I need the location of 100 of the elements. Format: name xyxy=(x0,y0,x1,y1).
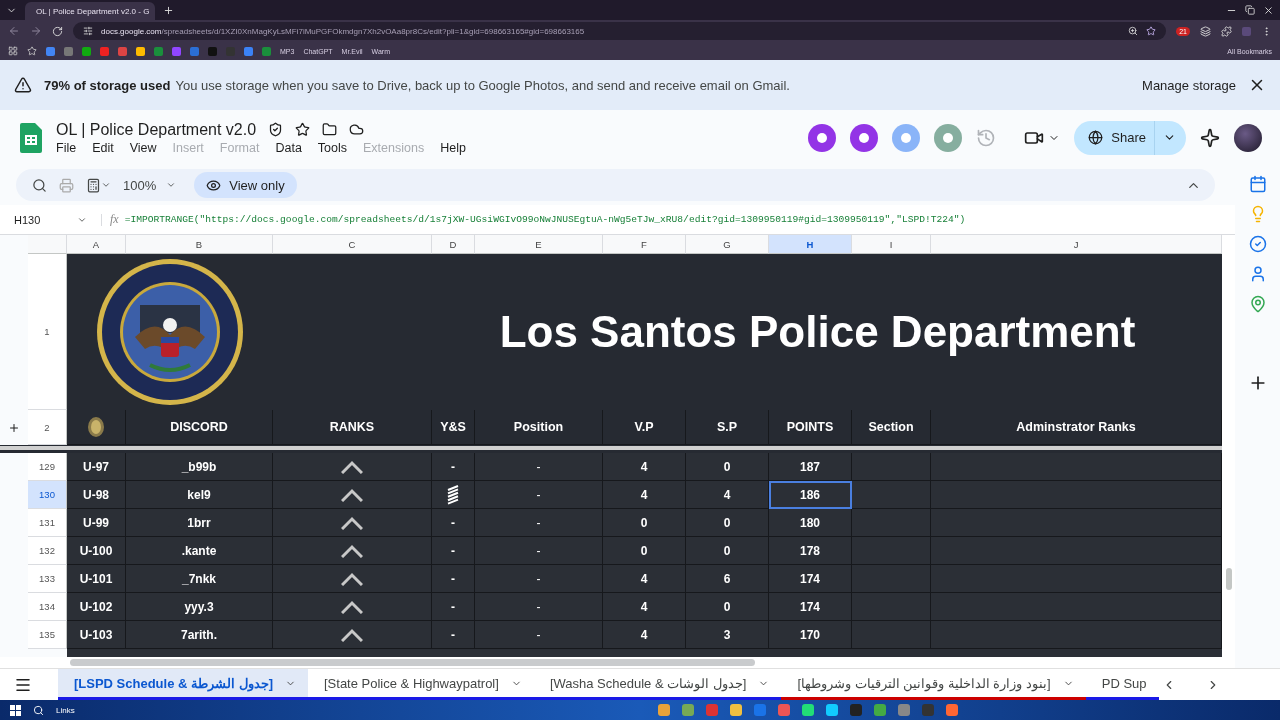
column-header[interactable]: B xyxy=(126,235,273,254)
table-cell: - xyxy=(432,621,475,649)
table-cell: 174 xyxy=(769,593,852,621)
column-header[interactable]: I xyxy=(852,235,931,254)
browser-tab[interactable]: OL | Police Department v2.0 - G xyxy=(25,2,155,20)
taskbar-app-icon[interactable] xyxy=(778,704,790,716)
collaborator-avatar[interactable] xyxy=(808,123,837,152)
table-cell: 186 xyxy=(769,481,852,509)
row-number[interactable]: 130 xyxy=(28,481,67,509)
view-only-chip[interactable]: View only xyxy=(194,172,297,198)
menu-item[interactable]: Tools xyxy=(317,140,348,155)
taskbar-app-icon[interactable] xyxy=(898,704,910,716)
sparkle-icon[interactable] xyxy=(1200,127,1220,148)
scrollbar-thumb[interactable] xyxy=(1226,568,1232,590)
formula-text: =IMPORTRANGE("https://docs.google.com/spreadsheets/d/1s7jXW-UGsiWGIvO99oNwJNUSEgtuA-nWg5eTJw_xRU8/edit?gid=1309950119#gid=1309950119","LSPD!T224") xyxy=(124,214,966,225)
row-number[interactable]: 132 xyxy=(28,537,67,565)
column-header[interactable]: F xyxy=(603,235,686,254)
search-icon[interactable] xyxy=(32,177,47,193)
taskbar-app-icon[interactable] xyxy=(826,704,838,716)
folder-icon[interactable] xyxy=(322,122,338,137)
back-icon[interactable] xyxy=(8,25,20,37)
scrollbar-thumb[interactable] xyxy=(70,659,755,666)
menu-item[interactable]: Data xyxy=(275,140,302,155)
row-number[interactable]: 129 xyxy=(28,453,67,481)
site-settings-icon[interactable] xyxy=(83,26,93,36)
address-bar[interactable]: docs.google.com/spreadsheets/d/1XZI0XnMagKyLsMFi7iMuPGFOkmdgn7Xh2vOAa8pr8Cs/edit?pli=1&gid=698663165#gid=698663165 xyxy=(73,22,1167,40)
taskbar-search-label[interactable]: Links xyxy=(56,705,75,715)
table-cell: - xyxy=(432,509,475,537)
row-number[interactable]: 134 xyxy=(28,593,67,621)
manage-storage-link[interactable]: Manage storage xyxy=(1142,77,1236,93)
row-number[interactable]: 131 xyxy=(28,509,67,537)
table-cell: U-103 xyxy=(67,621,126,649)
row-number[interactable]: 2 xyxy=(28,410,67,445)
account-avatar[interactable] xyxy=(1234,123,1262,152)
column-header[interactable]: E xyxy=(475,235,603,254)
sheets-logo-icon xyxy=(20,122,42,153)
menu-item[interactable]: Edit xyxy=(92,140,114,155)
calendar-icon[interactable] xyxy=(1248,175,1267,193)
row-number[interactable]: 135 xyxy=(28,621,67,649)
column-header[interactable]: J xyxy=(931,235,1222,254)
new-tab-icon[interactable] xyxy=(163,4,174,16)
table-cell: .kante xyxy=(126,537,273,565)
column-heading: Position xyxy=(475,410,603,445)
share-button[interactable]: Share xyxy=(1074,120,1186,155)
menu-item[interactable]: View xyxy=(129,140,157,155)
table-cell: 4 xyxy=(603,621,686,649)
table-cell: U-97 xyxy=(67,453,126,481)
taskbar-app-icon[interactable] xyxy=(730,704,742,716)
table-cell: 4 xyxy=(603,453,686,481)
column-heading: Adminstrator Ranks xyxy=(931,410,1222,445)
name-box[interactable]: H130 xyxy=(0,213,102,226)
table-cell: 4 xyxy=(686,481,769,509)
search-icon[interactable] xyxy=(33,704,44,716)
forward-icon[interactable] xyxy=(30,25,42,37)
extensions-icon[interactable] xyxy=(1221,25,1232,37)
column-header[interactable]: C xyxy=(273,235,432,254)
taskbar-app-icon[interactable] xyxy=(658,704,670,716)
table-cell: 0 xyxy=(686,509,769,537)
collaborator-avatar[interactable] xyxy=(850,123,879,152)
zoom-icon[interactable] xyxy=(1128,26,1139,36)
calculator-icon[interactable] xyxy=(86,177,101,193)
menu-item[interactable]: File xyxy=(56,140,77,155)
taskbar-app-icon[interactable] xyxy=(874,704,886,716)
collaborator-avatar[interactable] xyxy=(934,123,963,152)
tasks-icon[interactable] xyxy=(1248,235,1267,253)
taskbar-app-icon[interactable] xyxy=(682,704,694,716)
taskbar-app-icon[interactable] xyxy=(946,704,958,716)
row-number[interactable]: 133 xyxy=(28,565,67,593)
stripes-icon xyxy=(447,484,459,505)
column-heading: Section xyxy=(852,410,931,445)
map-pin-icon[interactable] xyxy=(1248,295,1267,313)
chevron-rank-icon xyxy=(341,543,363,558)
star-icon[interactable] xyxy=(295,122,311,137)
menu-item[interactable]: Help xyxy=(440,140,466,155)
table-cell: - xyxy=(432,453,475,481)
table-cell: 180 xyxy=(769,509,852,537)
table-cell: - xyxy=(475,621,603,649)
column-header[interactable]: G xyxy=(686,235,769,254)
table-cell: 0 xyxy=(603,509,686,537)
expand-icon[interactable] xyxy=(8,421,20,434)
table-cell: 178 xyxy=(769,537,852,565)
table-cell: 6 xyxy=(686,565,769,593)
chevron-rank-icon xyxy=(341,515,363,530)
table-cell: - xyxy=(475,509,603,537)
taskbar-app-icon[interactable] xyxy=(802,704,814,716)
table-cell: _7nkk xyxy=(126,565,273,593)
reload-icon[interactable] xyxy=(52,25,63,37)
zoom-select[interactable]: 100% xyxy=(123,177,177,193)
table-cell: 170 xyxy=(769,621,852,649)
close-icon[interactable] xyxy=(1263,4,1274,16)
row-number[interactable]: 1 xyxy=(28,254,67,410)
chevron-rank-icon xyxy=(341,627,363,642)
windows-logo-icon[interactable] xyxy=(10,704,21,716)
sheet-tab[interactable]: [LSPD Schedule & جدول الشرطة] xyxy=(58,669,308,700)
bookmark-star-icon[interactable] xyxy=(1146,26,1157,36)
column-header[interactable]: D xyxy=(432,235,475,254)
apps-icon[interactable] xyxy=(8,46,18,56)
restore-icon[interactable] xyxy=(1245,5,1255,15)
column-header[interactable]: A xyxy=(67,235,126,254)
column-header[interactable]: H xyxy=(769,235,852,254)
